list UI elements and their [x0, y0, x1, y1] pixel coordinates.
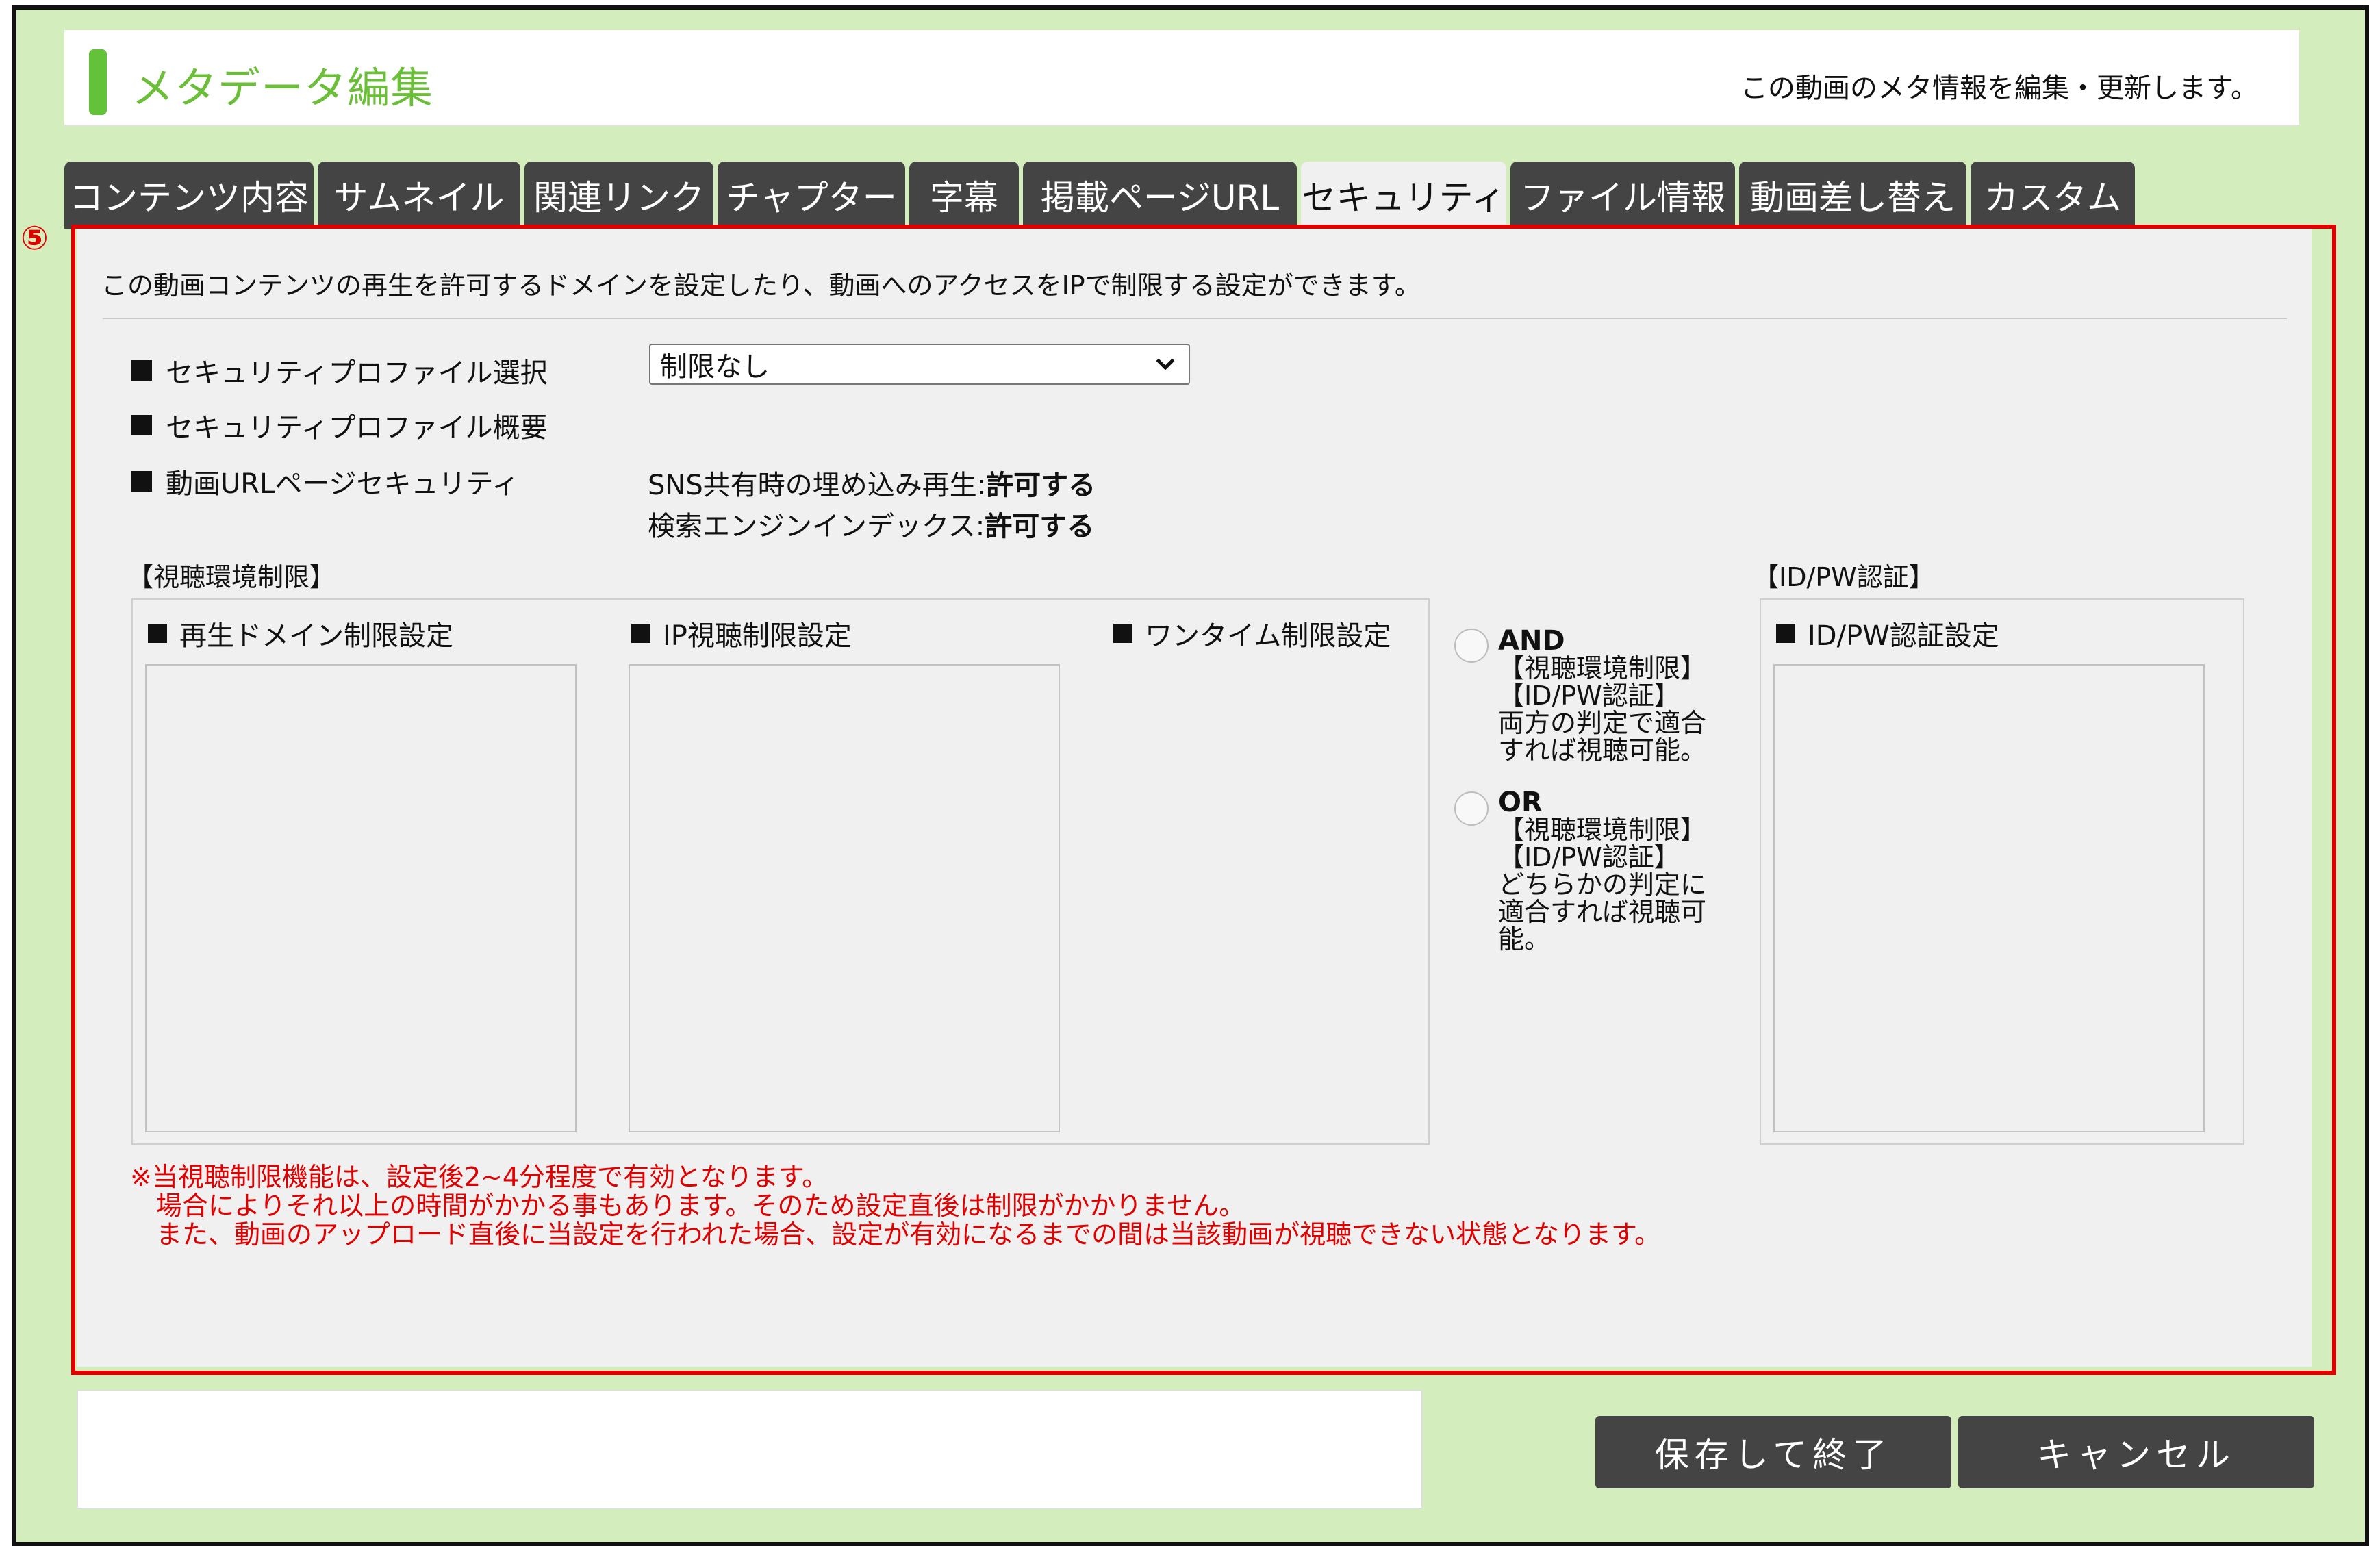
tab-subtitles[interactable]: 字幕	[909, 162, 1019, 229]
domain-restriction-list[interactable]	[145, 664, 577, 1132]
tab-page-url[interactable]: 掲載ページURL	[1023, 162, 1297, 229]
idpw-box: ID/PW認証設定	[1760, 598, 2244, 1145]
square-bullet-icon	[1776, 624, 1795, 643]
idpw-list[interactable]	[1773, 664, 2205, 1132]
profile-summary-label: セキュリティプロファイル概要	[131, 405, 548, 445]
page-title: メタデータ編集	[131, 63, 434, 113]
page-header: メタデータ編集 この動画のメタ情報を編集・更新します。	[64, 30, 2299, 126]
and-radio[interactable]	[1454, 629, 1489, 663]
ip-restriction-label: IP視聴制限設定	[631, 613, 852, 653]
or-option-text: OR 【視聴環境制限】 【ID/PW認証】 どちらかの判定に 適合すれば視聴可 …	[1498, 787, 1707, 954]
idpw-heading: 【ID/PW認証】	[1753, 562, 1935, 592]
tab-custom[interactable]: カスタム	[1971, 162, 2135, 229]
idpw-setting-label: ID/PW認証設定	[1776, 613, 1999, 653]
square-bullet-icon	[131, 360, 152, 381]
square-bullet-icon	[631, 624, 650, 643]
url-page-security-label: 動画URLページセキュリティ	[131, 461, 519, 501]
select-value: 制限なし	[660, 351, 770, 383]
profile-select-label: セキュリティプロファイル選択	[131, 351, 548, 390]
env-restriction-heading: 【視聴環境制限】	[127, 562, 336, 592]
or-radio[interactable]	[1454, 791, 1489, 826]
square-bullet-icon	[131, 415, 152, 435]
square-bullet-icon	[1113, 624, 1132, 643]
tab-bar: コンテンツ内容 サムネイル 関連リンク チャプター 字幕 掲載ページURL セキ…	[64, 162, 2135, 229]
onetime-restriction-label: ワンタイム制限設定	[1113, 613, 1391, 653]
page-subtitle: この動画のメタ情報を編集・更新します。	[1740, 73, 2258, 104]
and-option-text: AND 【視聴環境制限】 【ID/PW認証】 両方の判定で適合 すれば視聴可能。	[1498, 625, 1707, 765]
env-restriction-box: 再生ドメイン制限設定 IP視聴制限設定 ワンタイム制限設定	[131, 598, 1430, 1145]
tab-thumbnail[interactable]: サムネイル	[318, 162, 520, 229]
cancel-button[interactable]: キャンセル	[1958, 1416, 2314, 1488]
tab-video-replace[interactable]: 動画差し替え	[1739, 162, 1966, 229]
security-profile-select[interactable]: 制限なし	[649, 344, 1190, 385]
tab-related-links[interactable]: 関連リンク	[524, 162, 713, 229]
tab-security[interactable]: セキュリティ	[1301, 162, 1506, 229]
square-bullet-icon	[148, 624, 167, 643]
chevron-down-icon	[1156, 358, 1175, 370]
divider	[103, 318, 2287, 319]
sns-embed-status: SNS共有時の埋め込み再生:許可する	[648, 470, 1096, 501]
security-description: この動画コンテンツの再生を許可するドメインを設定したり、動画へのアクセスをIPで…	[101, 270, 1421, 301]
tab-file-info[interactable]: ファイル情報	[1510, 162, 1735, 229]
save-and-close-button[interactable]: 保存して終了	[1595, 1416, 1951, 1488]
tab-content[interactable]: コンテンツ内容	[64, 162, 314, 229]
search-index-status: 検索エンジンインデックス:許可する	[648, 511, 1095, 542]
domain-restriction-label: 再生ドメイン制限設定	[148, 613, 453, 653]
tab-chapters[interactable]: チャプター	[718, 162, 905, 229]
message-area	[77, 1390, 1423, 1509]
header-accent-bar	[89, 49, 107, 115]
ip-restriction-list[interactable]	[629, 664, 1060, 1132]
annotation-marker: ⑤	[21, 219, 49, 257]
restriction-notes: ※当視聴制限機能は、設定後2~4分程度で有効となります。 場合によりそれ以上の時…	[130, 1162, 1661, 1250]
square-bullet-icon	[131, 471, 152, 492]
